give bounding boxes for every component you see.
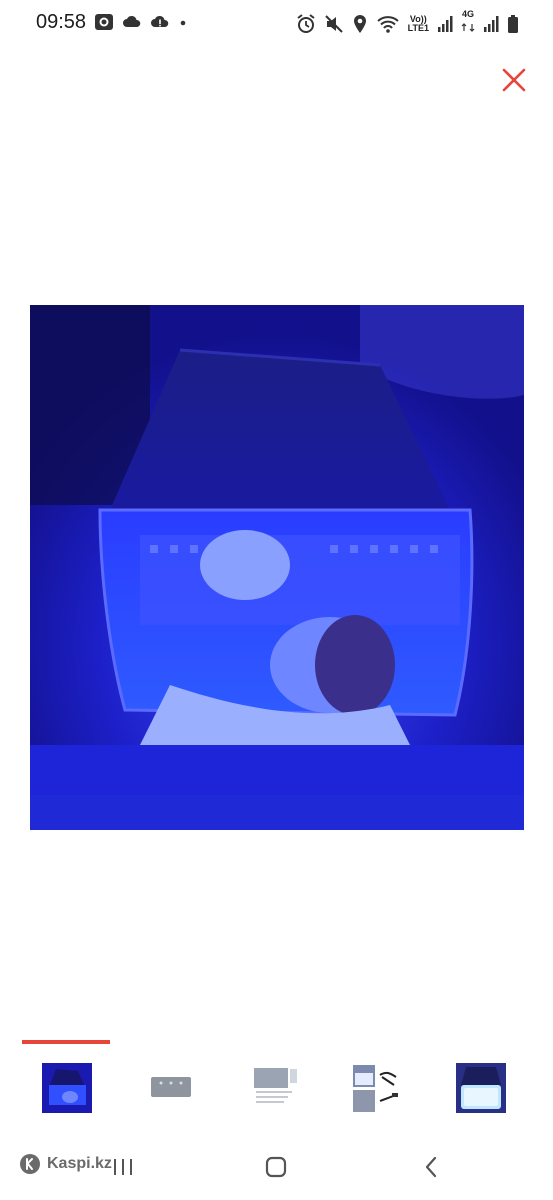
network-type-label: 4G [461, 9, 474, 19]
thumbnail-4[interactable] [352, 1063, 402, 1113]
kaspi-label: Kaspi.kz [47, 1155, 112, 1172]
kaspi-badge[interactable]: Kaspi.kz [19, 1153, 112, 1175]
back-icon[interactable] [424, 1156, 438, 1178]
status-time: 09:58 [36, 11, 87, 33]
status-bar: 09:58 Vo)) LTE1 4G [0, 0, 553, 44]
kaspi-logo-icon [20, 1154, 40, 1174]
wifi-icon [376, 15, 399, 33]
location-icon [353, 14, 366, 33]
home-icon[interactable] [265, 1156, 287, 1178]
data-arrows-icon [461, 23, 475, 32]
thumbnail-1-image [42, 1063, 92, 1113]
alarm-icon [297, 13, 315, 33]
close-icon[interactable] [500, 66, 528, 94]
thumbnail-5-image [456, 1063, 506, 1113]
thumbnail-3-image [250, 1063, 300, 1113]
thumbnail-5[interactable] [456, 1063, 506, 1113]
mute-icon [324, 14, 343, 33]
lte-label: LTE1 [407, 22, 429, 33]
thumbnail-1[interactable] [42, 1063, 92, 1113]
cloud-alert-icon [151, 15, 169, 27]
status-left-icons [94, 12, 188, 32]
battery-icon [508, 14, 518, 33]
thumbnail-4-image [352, 1063, 402, 1113]
product-photo [30, 305, 524, 830]
dot-icon [180, 20, 186, 26]
gallery-icon [95, 14, 113, 30]
recent-apps-icon[interactable] [112, 1157, 134, 1177]
volte-indicator: Vo)) LTE1 [407, 14, 429, 33]
signal-icon [438, 15, 453, 32]
thumbnail-3[interactable] [250, 1063, 300, 1113]
network-type: 4G [461, 10, 475, 37]
signal-icon-2 [484, 15, 499, 32]
cloud-icon [123, 15, 141, 27]
thumbnail-2[interactable] [146, 1063, 196, 1113]
gallery-position-indicator [22, 1040, 110, 1044]
status-right-icons: Vo)) LTE1 4G [296, 10, 519, 37]
thumbnail-2-image [146, 1063, 196, 1113]
